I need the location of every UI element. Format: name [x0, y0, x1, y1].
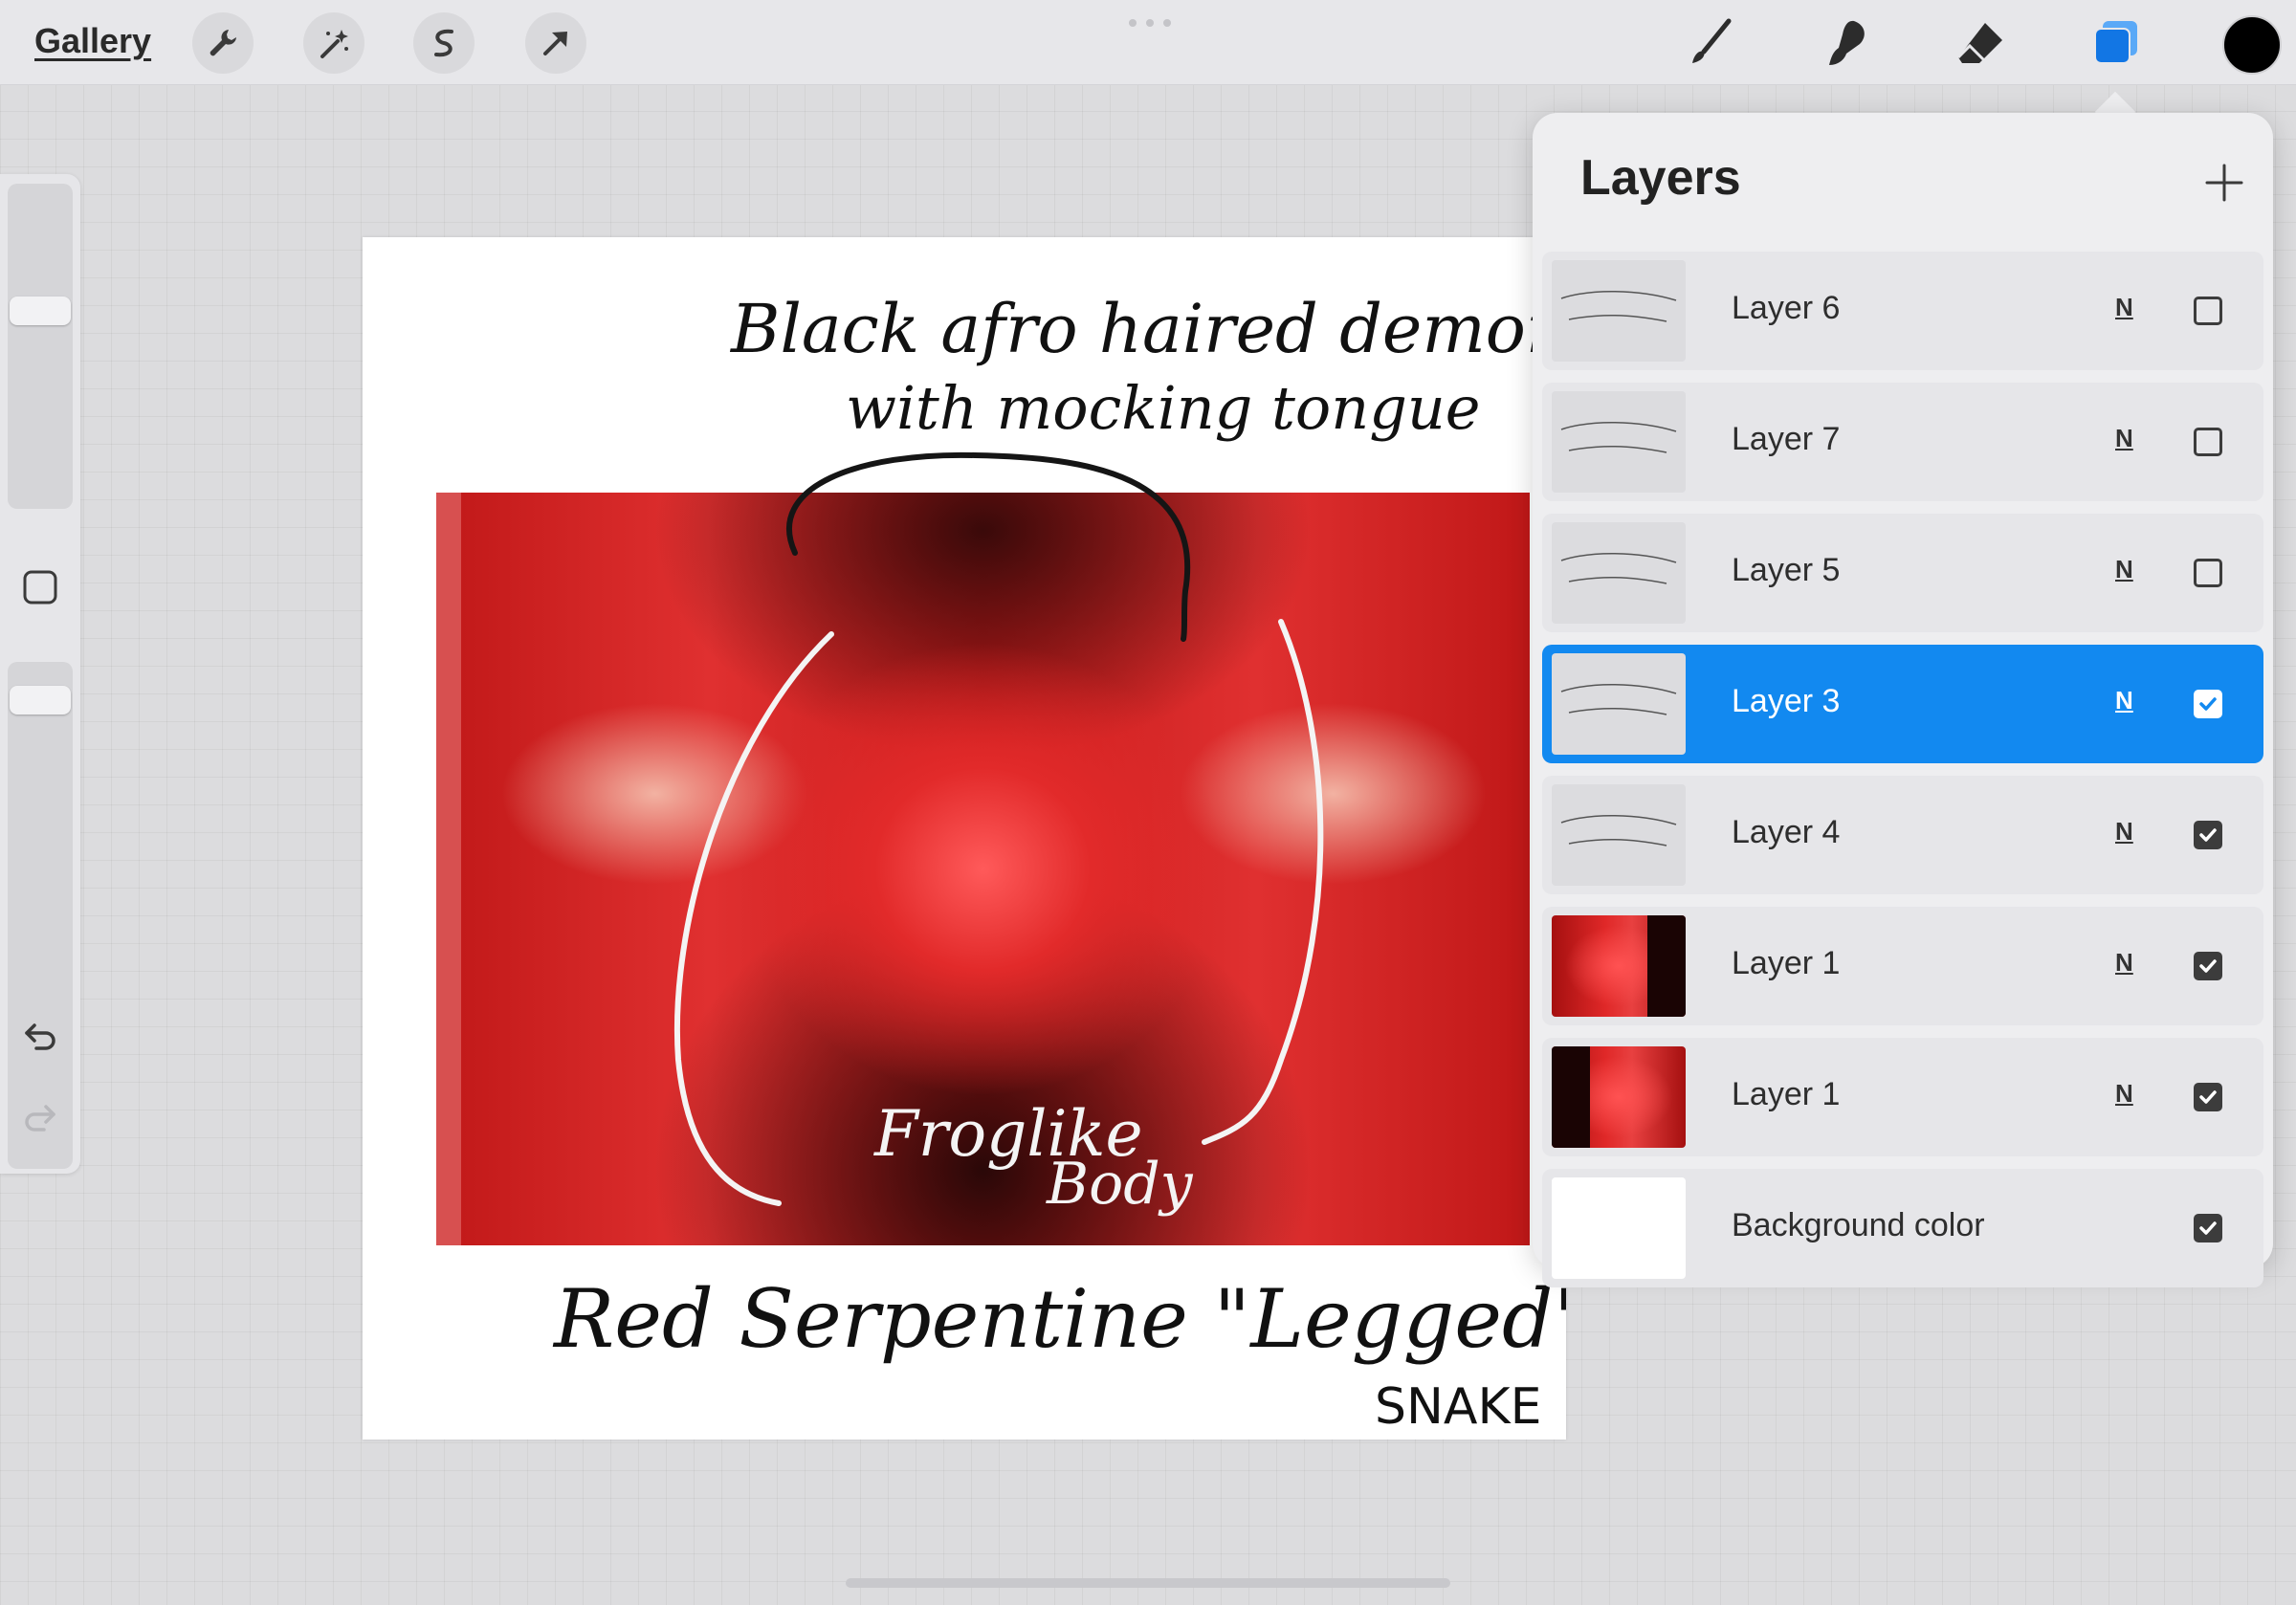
layer-name: Layer 5 — [1732, 552, 1841, 588]
layer-thumbnail — [1552, 391, 1686, 493]
visibility-checkbox[interactable] — [2194, 821, 2222, 849]
layer-name: Layer 1 — [1732, 1076, 1841, 1112]
note-bottom: Red Serpentine "Legged" — [552, 1272, 1566, 1366]
layer-name: Layer 4 — [1732, 814, 1841, 850]
redo-button[interactable] — [19, 1097, 61, 1139]
visibility-checkbox[interactable] — [2194, 1083, 2222, 1111]
visibility-checkbox[interactable] — [2194, 690, 2222, 718]
eraser-icon — [1956, 23, 2002, 63]
visibility-checkbox[interactable] — [2194, 952, 2222, 980]
layers-icon — [2094, 21, 2137, 64]
blend-mode-button[interactable]: N — [2115, 555, 2133, 584]
visibility-checkbox[interactable] — [2194, 1214, 2222, 1242]
drawing-canvas[interactable]: Black afro haired demon with mocking ton… — [363, 237, 1566, 1440]
note-top-line1: Black afro haired demon — [729, 290, 1566, 368]
layer-name: Layer 3 — [1732, 683, 1841, 719]
handwriting-layer: Black afro haired demon with mocking ton… — [552, 290, 1566, 1436]
layer-name: Layer 7 — [1732, 421, 1841, 457]
eraser-tool[interactable] — [1951, 13, 2010, 73]
square-icon — [23, 570, 57, 605]
smudge-tool[interactable] — [1816, 13, 1875, 73]
layer-row[interactable]: Layer 3 N — [1542, 645, 2263, 763]
blend-mode-button[interactable]: N — [2115, 817, 2133, 846]
selection-s-icon — [434, 29, 453, 57]
left-sidebar — [0, 174, 80, 1174]
modify-button[interactable] — [19, 566, 61, 608]
transform-arrow-icon — [543, 32, 567, 55]
color-picker-button[interactable] — [2222, 15, 2282, 75]
layer-thumbnail — [1552, 1046, 1686, 1148]
note-top-line2: with mocking tongue — [846, 373, 1481, 443]
blend-mode-button[interactable]: N — [2115, 293, 2133, 322]
home-indicator[interactable] — [846, 1578, 1450, 1588]
note-mid-line2: Body — [1046, 1151, 1194, 1218]
top-toolbar: Gallery — [0, 0, 2296, 85]
redo-icon — [25, 1105, 55, 1132]
visibility-checkbox[interactable] — [2194, 297, 2222, 325]
layer-thumbnail — [1552, 1177, 1686, 1279]
blend-mode-button[interactable]: N — [2115, 686, 2133, 715]
smudge-icon — [1829, 20, 1865, 65]
layers-tool[interactable] — [2086, 13, 2145, 73]
layer-thumbnail — [1552, 784, 1686, 886]
add-layer-button[interactable] — [2202, 161, 2246, 205]
selection-button[interactable] — [413, 12, 475, 74]
layer-name: Background color — [1732, 1207, 1985, 1243]
layer-name: Layer 1 — [1732, 945, 1841, 981]
gallery-button[interactable]: Gallery — [34, 21, 151, 61]
plus-icon — [2205, 164, 2243, 202]
visibility-checkbox[interactable] — [2194, 428, 2222, 456]
layer-row[interactable]: Background color — [1542, 1169, 2263, 1287]
adjustments-button[interactable] — [303, 12, 364, 74]
brush-size-handle[interactable] — [10, 296, 71, 325]
brush-size-slider[interactable] — [8, 184, 73, 509]
undo-icon — [25, 1023, 55, 1050]
layer-row[interactable]: Layer 1 N — [1542, 1038, 2263, 1156]
opacity-handle[interactable] — [10, 686, 71, 715]
layer-row[interactable]: Layer 4 N — [1542, 776, 2263, 894]
layer-row[interactable]: Layer 1 N — [1542, 907, 2263, 1025]
visibility-checkbox[interactable] — [2194, 559, 2222, 587]
layers-panel-title: Layers — [1580, 150, 1741, 206]
magic-wand-icon — [320, 30, 348, 58]
actions-button[interactable] — [192, 12, 254, 74]
undo-button[interactable] — [19, 1016, 61, 1058]
transform-button[interactable] — [525, 12, 586, 74]
layer-row[interactable]: Layer 7 N — [1542, 383, 2263, 501]
brush-tool[interactable] — [1681, 13, 1740, 73]
layer-name: Layer 6 — [1732, 290, 1841, 326]
blend-mode-button[interactable]: N — [2115, 424, 2133, 453]
note-bottom-small: SNAKE — [1375, 1378, 1541, 1436]
layers-panel: Layers Layer 6 N Layer 7 N Layer 5 N Layer 3NL… — [1533, 113, 2273, 1287]
brush-icon — [1692, 18, 1732, 63]
blend-mode-button[interactable]: N — [2115, 1079, 2133, 1109]
opacity-slider[interactable] — [8, 662, 73, 1169]
layer-row[interactable]: Layer 5 N — [1542, 514, 2263, 632]
wrench-icon — [210, 30, 236, 56]
layer-thumbnail — [1552, 653, 1686, 755]
layer-thumbnail — [1552, 260, 1686, 362]
blend-mode-button[interactable]: N — [2115, 948, 2133, 978]
layer-thumbnail — [1552, 915, 1686, 1017]
layer-row[interactable]: Layer 6 N — [1542, 252, 2263, 370]
canvas-grabber[interactable] — [1129, 19, 1171, 29]
layer-thumbnail — [1552, 522, 1686, 624]
